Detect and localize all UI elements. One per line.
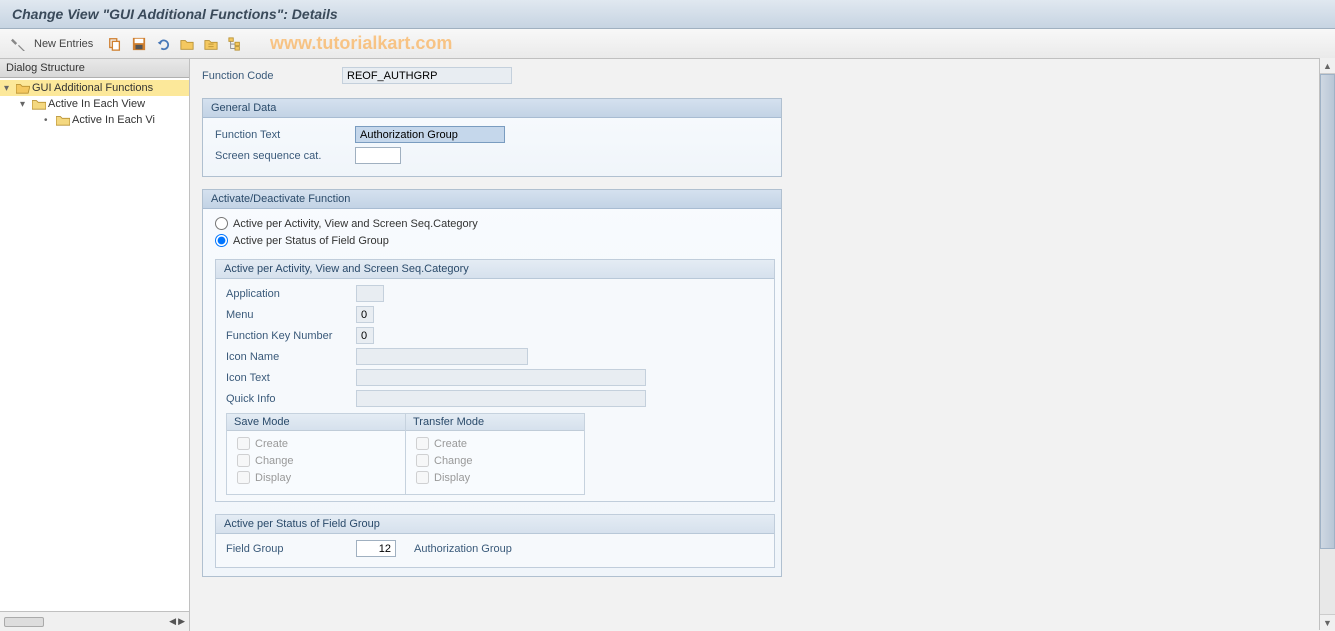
scroll-right-icon[interactable]: ▶	[178, 616, 185, 627]
main-area: Dialog Structure ▾ GUI Additional Functi…	[0, 59, 1335, 631]
function-text-label: Function Text	[215, 129, 355, 141]
folder-closed-icon	[56, 114, 70, 126]
watermark: www.tutorialkart.com	[270, 33, 452, 54]
tree-label: Active In Each Vi	[72, 114, 155, 126]
icon-text-label: Icon Text	[226, 372, 356, 384]
tree-item-active-in-each-view[interactable]: ▾ Active In Each View	[0, 96, 189, 112]
tool-icon[interactable]	[10, 36, 26, 52]
sidebar-footer: ◀ ▶	[0, 611, 189, 631]
function-code-field	[342, 67, 512, 84]
radio-label: Active per Activity, View and Screen Seq…	[233, 218, 478, 230]
tree-toggle-icon[interactable]: ▾	[20, 99, 30, 110]
function-code-label: Function Code	[202, 70, 342, 82]
save-create-checkbox	[237, 437, 250, 450]
vertical-scrollbar[interactable]: ▲ ▼	[1319, 58, 1335, 630]
screen-seq-label: Screen sequence cat.	[215, 150, 355, 162]
field-group-label: Field Group	[226, 543, 356, 555]
group-header: Activate/Deactivate Function	[203, 190, 781, 209]
innerbox-header: Active per Activity, View and Screen Seq…	[216, 260, 774, 279]
save-display-checkbox	[237, 471, 250, 484]
field-group-text: Authorization Group	[414, 543, 512, 555]
screen-seq-field[interactable]	[355, 147, 401, 164]
folder2-icon[interactable]	[203, 36, 219, 52]
inner-active-per-status: Active per Status of Field Group Field G…	[215, 514, 775, 568]
scroll-track[interactable]	[1320, 74, 1335, 614]
quick-info-field	[356, 390, 646, 407]
transfer-create-checkbox	[416, 437, 429, 450]
tree-item-gui-additional-functions[interactable]: ▾ GUI Additional Functions	[0, 80, 189, 96]
scroll-up-icon[interactable]: ▲	[1320, 58, 1335, 74]
page-title: Change View "GUI Additional Functions": …	[12, 6, 1323, 22]
application-label: Application	[226, 288, 356, 300]
quick-info-label: Quick Info	[226, 393, 356, 405]
menu-label: Menu	[226, 309, 356, 321]
check-label: Create	[434, 438, 467, 450]
activate-deactivate-group: Activate/Deactivate Function Active per …	[202, 189, 782, 577]
scroll-thumb[interactable]	[1320, 74, 1335, 549]
radio-active-per-activity[interactable]	[215, 217, 228, 230]
save-mode-box: Save Mode Create Change Display	[226, 413, 406, 495]
check-label: Change	[434, 455, 473, 467]
application-field	[356, 285, 384, 302]
function-text-field	[355, 126, 505, 143]
modebox-header: Save Mode	[227, 414, 405, 431]
icon-text-field	[356, 369, 646, 386]
icon-name-label: Icon Name	[226, 351, 356, 363]
save-change-checkbox	[237, 454, 250, 467]
transfer-mode-box: Transfer Mode Create Change Display	[405, 413, 585, 495]
toolbar: New Entries www.tutorialkart.com	[0, 29, 1335, 59]
tree-bullet-icon: •	[44, 115, 54, 126]
scroll-left-icon[interactable]: ◀	[169, 616, 176, 627]
tree-icon[interactable]	[227, 36, 243, 52]
innerbox-header: Active per Status of Field Group	[216, 515, 774, 534]
check-label: Create	[255, 438, 288, 450]
group-header: General Data	[203, 99, 781, 118]
transfer-change-checkbox	[416, 454, 429, 467]
undo-icon[interactable]	[155, 36, 171, 52]
radio-label: Active per Status of Field Group	[233, 235, 389, 247]
copy-icon[interactable]	[107, 36, 123, 52]
content: Function Code General Data Function Text…	[190, 59, 1335, 631]
sidebar: Dialog Structure ▾ GUI Additional Functi…	[0, 59, 190, 631]
radio-active-per-status[interactable]	[215, 234, 228, 247]
sidebar-header: Dialog Structure	[0, 59, 189, 78]
tree-item-active-in-each-vi[interactable]: • Active In Each Vi	[0, 112, 189, 128]
fkn-field	[356, 327, 374, 344]
transfer-display-checkbox	[416, 471, 429, 484]
tree-toggle-icon[interactable]: ▾	[4, 83, 14, 94]
title-bar: Change View "GUI Additional Functions": …	[0, 0, 1335, 29]
scroll-down-icon[interactable]: ▼	[1320, 614, 1335, 630]
folder-open-icon	[16, 82, 30, 94]
folder-closed-icon	[32, 98, 46, 110]
tree: ▾ GUI Additional Functions ▾ Active In E…	[0, 78, 189, 611]
fkn-label: Function Key Number	[226, 330, 356, 342]
tree-label: GUI Additional Functions	[32, 82, 153, 94]
tree-label: Active In Each View	[48, 98, 145, 110]
field-group-field[interactable]	[356, 540, 396, 557]
general-data-group: General Data Function Text Screen sequen…	[202, 98, 782, 177]
folder-icon[interactable]	[179, 36, 195, 52]
check-label: Change	[255, 455, 294, 467]
modebox-header: Transfer Mode	[406, 414, 584, 431]
check-label: Display	[434, 472, 470, 484]
horizontal-scroll-thumb[interactable]	[4, 617, 44, 627]
save-icon[interactable]	[131, 36, 147, 52]
menu-field	[356, 306, 374, 323]
icon-name-field	[356, 348, 528, 365]
check-label: Display	[255, 472, 291, 484]
new-entries-button[interactable]: New Entries	[34, 38, 93, 50]
inner-active-per-activity: Active per Activity, View and Screen Seq…	[215, 259, 775, 502]
